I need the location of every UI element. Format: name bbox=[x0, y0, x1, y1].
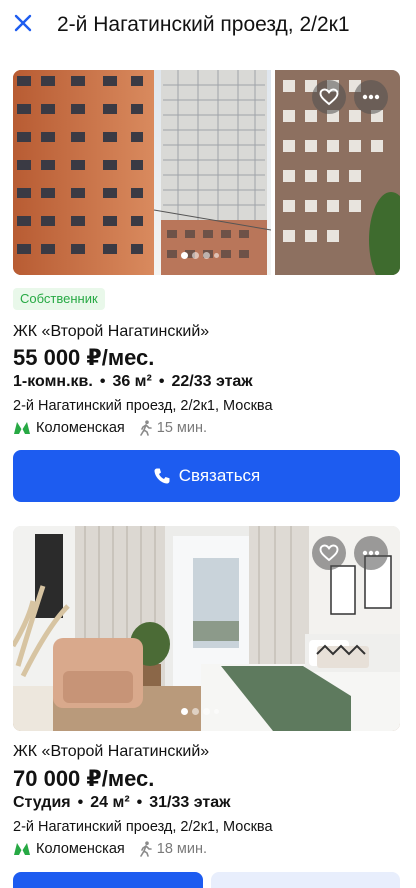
price: 70 000 ₽/мес. bbox=[13, 766, 155, 791]
pagination-dot bbox=[192, 708, 199, 715]
separator: • bbox=[136, 794, 143, 811]
separator: • bbox=[158, 373, 165, 390]
walk-minutes: 18 мин. bbox=[156, 841, 208, 857]
favorite-button[interactable] bbox=[312, 80, 346, 114]
metro-icon bbox=[14, 422, 30, 434]
pagination-dot bbox=[214, 253, 219, 258]
more-icon bbox=[362, 550, 380, 556]
secondary-button[interactable] bbox=[211, 872, 400, 888]
photo-gallery[interactable] bbox=[13, 70, 400, 275]
contact-button[interactable] bbox=[13, 872, 203, 888]
walk-time: 15 мин. bbox=[139, 420, 207, 436]
metro-info: Коломенская 18 мин. bbox=[13, 841, 207, 857]
more-button[interactable] bbox=[354, 80, 388, 114]
contact-label: Связаться bbox=[178, 466, 261, 485]
owner-badge: Собственник bbox=[13, 288, 105, 310]
close-button[interactable] bbox=[10, 10, 36, 36]
walk-icon bbox=[139, 420, 152, 436]
pagination-dot bbox=[214, 709, 219, 714]
pagination-dot bbox=[181, 252, 188, 259]
more-icon bbox=[362, 94, 380, 100]
pagination-dot bbox=[203, 252, 210, 259]
separator: • bbox=[77, 794, 84, 811]
price: 55 000 ₽/мес. bbox=[13, 345, 155, 370]
pagination-dot bbox=[203, 708, 210, 715]
area: 24 м² bbox=[90, 794, 130, 811]
metro-station: Коломенская bbox=[36, 841, 125, 857]
rooms: 1-комн.кв. bbox=[13, 373, 93, 390]
listing-params: Студия • 24 м² • 31/33 этаж bbox=[13, 794, 230, 812]
phone-icon bbox=[154, 468, 170, 484]
rooms: Студия bbox=[13, 794, 71, 811]
more-button[interactable] bbox=[354, 536, 388, 570]
listing-params: 1-комн.кв. • 36 м² • 22/33 этаж bbox=[13, 373, 253, 391]
address: 2-й Нагатинский проезд, 2/2к1, Москва bbox=[13, 398, 273, 414]
address: 2-й Нагатинский проезд, 2/2к1, Москва bbox=[13, 819, 273, 835]
floor: 22/33 этаж bbox=[171, 373, 253, 390]
heart-icon bbox=[319, 88, 339, 106]
walk-time: 18 мин. bbox=[139, 841, 207, 857]
pagination-dot bbox=[181, 708, 188, 715]
walk-minutes: 15 мин. bbox=[156, 420, 208, 436]
favorite-button[interactable] bbox=[312, 536, 346, 570]
metro-info: Коломенская 15 мин. bbox=[13, 420, 207, 436]
metro-icon bbox=[14, 843, 30, 855]
separator: • bbox=[99, 373, 106, 390]
pagination-dot bbox=[192, 252, 199, 259]
floor: 31/33 этаж bbox=[149, 794, 231, 811]
complex-name[interactable]: ЖК «Второй Нагатинский» bbox=[13, 743, 209, 761]
area: 36 м² bbox=[112, 373, 152, 390]
contact-button[interactable]: Связаться bbox=[13, 450, 400, 502]
photo-pagination bbox=[181, 708, 219, 715]
walk-icon bbox=[139, 841, 152, 857]
page-title: 2-й Нагатинский проезд, 2/2к1 bbox=[57, 13, 350, 36]
header: 2-й Нагатинский проезд, 2/2к1 bbox=[0, 0, 416, 50]
heart-icon bbox=[319, 544, 339, 562]
photo-gallery[interactable] bbox=[13, 526, 400, 731]
photo-pagination bbox=[181, 252, 219, 259]
close-icon bbox=[14, 14, 32, 32]
complex-name[interactable]: ЖК «Второй Нагатинский» bbox=[13, 323, 209, 341]
metro-station: Коломенская bbox=[36, 420, 125, 436]
